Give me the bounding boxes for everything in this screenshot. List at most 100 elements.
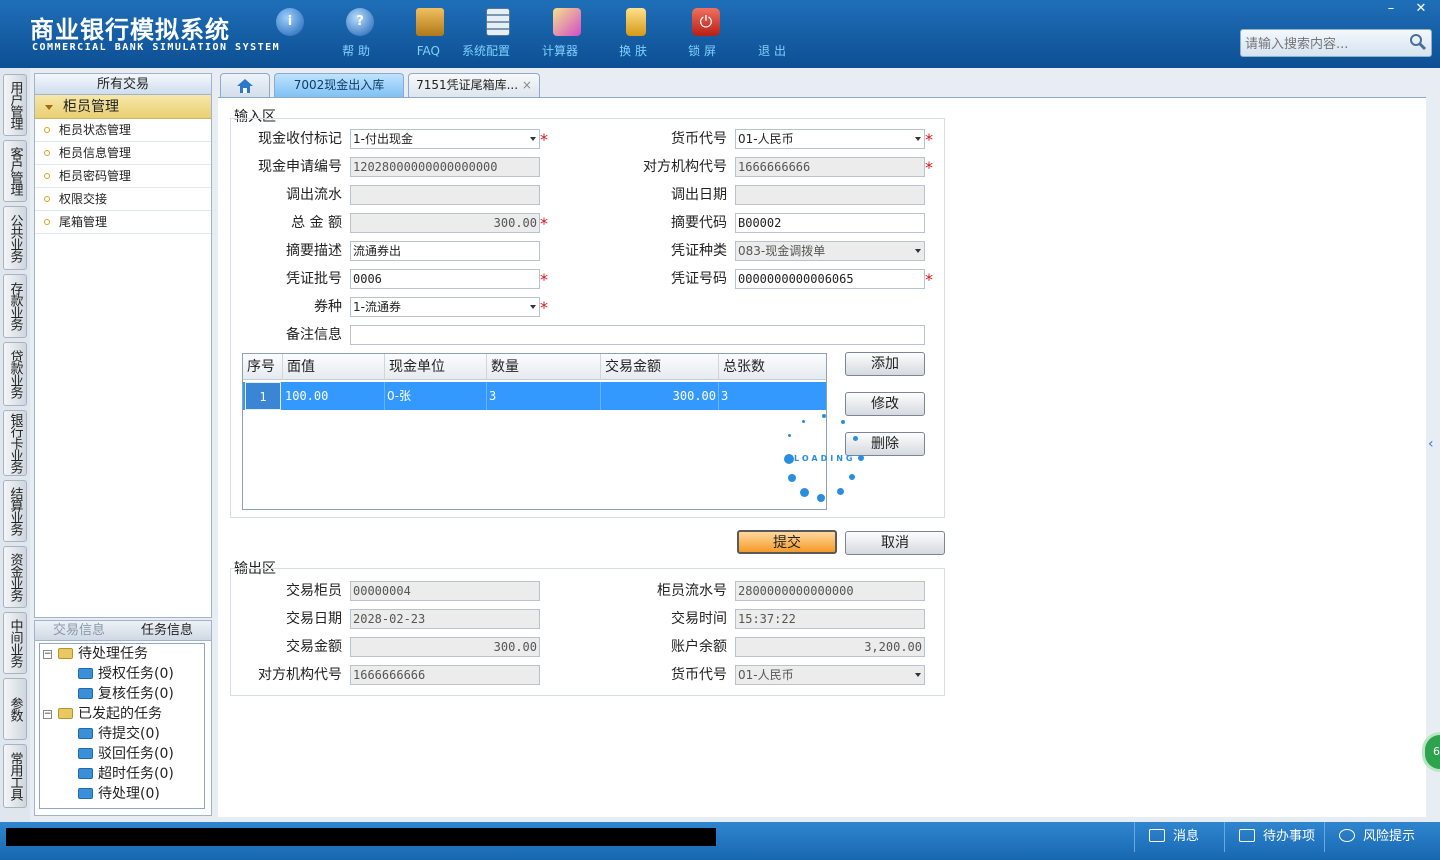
shirt-icon	[553, 8, 581, 36]
cell-seq: 1	[245, 382, 281, 410]
exit-button[interactable]: ⏻ 退 出	[676, 8, 786, 64]
out-currency-select[interactable]: 01-人民币	[735, 665, 925, 685]
home-icon	[237, 79, 253, 93]
note-type-select[interactable]: 1-流通券	[350, 297, 540, 317]
dropdown-arrow-icon	[530, 137, 536, 141]
tree-node-label: 已发起的任务	[78, 706, 162, 722]
nav-settlement-business[interactable]: 结算业务	[3, 480, 27, 542]
vertical-nav: 用户管理 客户管理 公共业务 存款业务 贷款业务 银行卡业务 结算业务 资金业务…	[0, 68, 30, 822]
tree-node-pending[interactable]: 待处理任务	[58, 644, 148, 664]
nav-deposit-business[interactable]: 存款业务	[3, 274, 27, 338]
nav-public-business[interactable]: 公共业务	[3, 206, 27, 270]
messages-button[interactable]: 消息	[1134, 822, 1224, 852]
tree-node-timeout[interactable]: 超时任务(0)	[78, 764, 174, 784]
calculator-button[interactable]: 计算器	[468, 8, 578, 64]
task-panel: 交易信息 任务信息 − 待处理任务 授权任务(0) 复核任务(0) − 已发起的…	[34, 620, 212, 816]
tab-trade-info[interactable]: 交易信息	[35, 621, 123, 640]
todo-button[interactable]: 待办事项	[1224, 822, 1324, 852]
nav-customer-management[interactable]: 客户管理	[3, 140, 27, 202]
tree-node-auth-tasks[interactable]: 授权任务(0)	[78, 664, 174, 684]
search-icon[interactable]	[1409, 33, 1427, 51]
tab-voucher-box[interactable]: 7151凭证尾箱库... ×	[408, 73, 540, 97]
folder-icon	[78, 668, 93, 679]
tree-node-initiated[interactable]: 已发起的任务	[58, 704, 162, 724]
menu-item-teller-info[interactable]: 柜员信息管理	[35, 142, 211, 165]
system-config-button[interactable]: 系统配置	[400, 8, 510, 64]
nav-user-management[interactable]: 用户管理	[3, 74, 27, 136]
required-mark: *	[540, 270, 548, 289]
cash-flag-label: 现金收付标记	[258, 131, 342, 147]
required-mark: *	[540, 130, 548, 149]
out-serial-field	[350, 185, 540, 205]
close-tab-icon[interactable]: ×	[522, 78, 532, 92]
folder-icon	[78, 748, 93, 759]
menu-item-teller-password[interactable]: 柜员密码管理	[35, 165, 211, 188]
out-counterparty-label: 对方机构代号	[258, 667, 342, 683]
checkbox-icon	[1239, 829, 1255, 842]
folder-icon	[58, 708, 73, 719]
tree-node-to-submit[interactable]: 待提交(0)	[78, 724, 160, 744]
summary-code-input[interactable]: B00002	[735, 213, 925, 233]
out-counterparty-field: 1666666666	[350, 665, 540, 685]
voucher-type-select[interactable]: 083-现金调拨单	[735, 241, 925, 261]
tree-node-label: 待提交(0)	[98, 726, 160, 742]
nav-intermediary-business[interactable]: 中间业务	[3, 612, 27, 674]
envelope-icon	[1149, 829, 1165, 842]
collapse-toggle-icon[interactable]: −	[43, 710, 52, 719]
collapse-right-icon[interactable]: ‹	[1428, 426, 1440, 462]
bullet-icon	[44, 196, 50, 202]
close-window-button[interactable]: ✕	[1406, 0, 1436, 18]
tree-node-review-tasks[interactable]: 复核任务(0)	[78, 684, 174, 704]
remark-input[interactable]	[350, 325, 925, 345]
submit-button[interactable]: 提交	[737, 530, 837, 554]
out-currency-label: 货币代号	[671, 667, 727, 683]
help-button[interactable]: i 帮 助	[260, 8, 370, 64]
minimize-button[interactable]: –	[1376, 0, 1406, 18]
search-input[interactable]	[1245, 34, 1405, 54]
col-header-cash-unit: 现金单位	[385, 354, 487, 380]
collapse-toggle-icon[interactable]: −	[43, 650, 52, 659]
cash-flag-select[interactable]: 1-付出现金	[350, 129, 540, 149]
nav-parameters[interactable]: 参数	[3, 678, 27, 740]
nav-card-business[interactable]: 银行卡业务	[3, 410, 27, 476]
table-row[interactable]: 1 100.00 0-张 3 300.00 3	[243, 382, 826, 410]
trade-time-field: 15:37:22	[735, 609, 925, 629]
info-icon: i	[276, 8, 304, 36]
menu-item-label: 尾箱管理	[59, 215, 108, 229]
currency-select[interactable]: 01-人民币	[735, 129, 925, 149]
nav-common-tools[interactable]: 常用工具	[3, 744, 27, 808]
menu-item-teller-status[interactable]: 柜员状态管理	[35, 119, 211, 142]
voucher-batch-input[interactable]: 0006	[350, 269, 540, 289]
skin-button[interactable]: 换 肤	[537, 8, 647, 64]
teller-management-group[interactable]: 柜员管理	[35, 95, 211, 119]
nav-fund-business[interactable]: 资金业务	[3, 546, 27, 608]
summary-desc-input[interactable]: 流通券出	[350, 241, 540, 261]
cell-cash-unit: 0-张	[385, 382, 487, 410]
tree-node-rejected[interactable]: 驳回任务(0)	[78, 744, 174, 764]
tab-task-info[interactable]: 任务信息	[123, 621, 211, 640]
tab-home[interactable]	[220, 73, 270, 97]
add-button[interactable]: 添加	[845, 352, 925, 376]
risk-alert-button[interactable]: 风险提示	[1324, 822, 1440, 852]
lock-screen-button[interactable]: 锁 屏	[606, 8, 716, 64]
bullet-icon	[44, 219, 50, 225]
summary-desc-label: 摘要描述	[286, 243, 342, 259]
question-icon: ?	[346, 8, 374, 36]
folder-icon	[58, 648, 73, 659]
menu-item-permission-handover[interactable]: 权限交接	[35, 188, 211, 211]
trade-time-label: 交易时间	[671, 611, 727, 627]
menu-item-label: 权限交接	[59, 192, 108, 206]
faq-button[interactable]: ? FAQ	[330, 8, 440, 64]
all-transactions-header[interactable]: 所有交易	[35, 74, 211, 95]
menu-item-tail-box[interactable]: 尾箱管理	[35, 211, 211, 234]
nav-loan-business[interactable]: 贷款业务	[3, 342, 27, 406]
trade-amount-field: 300.00	[350, 637, 540, 657]
messages-label: 消息	[1173, 829, 1200, 844]
voucher-no-input[interactable]: 0000000000006065	[735, 269, 925, 289]
tab-cash-in-out[interactable]: 7002现金出入库	[274, 73, 404, 97]
col-header-quantity: 数量	[487, 354, 601, 380]
bullet-icon	[44, 127, 50, 133]
tree-node-to-process[interactable]: 待处理(0)	[78, 784, 160, 804]
cancel-button[interactable]: 取消	[845, 531, 945, 555]
teller-serial-field: 2800000000000000	[735, 581, 925, 601]
